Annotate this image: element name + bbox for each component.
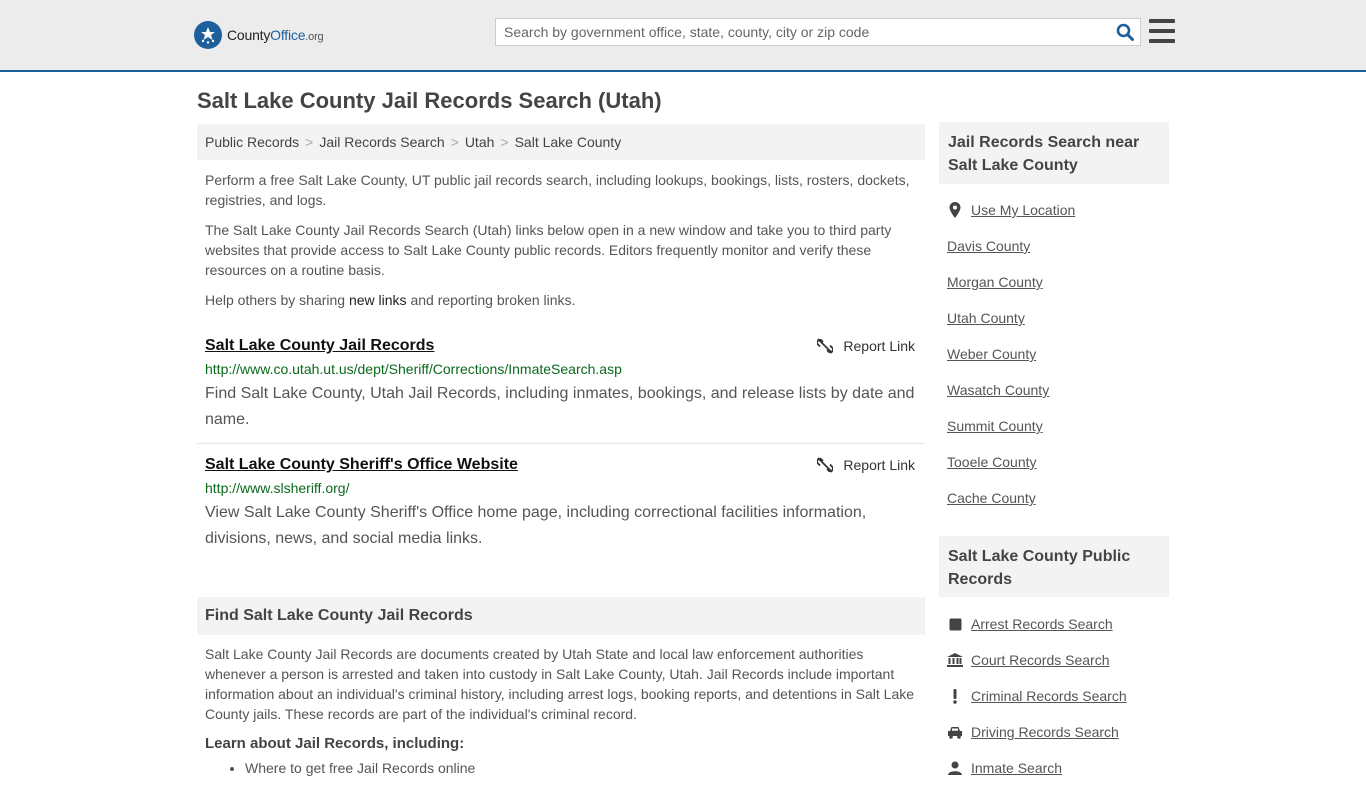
arrest-records-link[interactable]: Arrest Records Search (971, 616, 1113, 632)
result-title-link[interactable]: Salt Lake County Jail Records (205, 337, 434, 354)
inmate-icon (947, 760, 963, 776)
use-my-location-link[interactable]: Use My Location (971, 202, 1075, 218)
inmate-search-link[interactable]: Inmate Search (971, 760, 1062, 776)
nearby-county-item: Weber County (947, 336, 1169, 372)
page-title: Salt Lake County Jail Records Search (Ut… (197, 88, 662, 113)
breadcrumb-salt-lake-county[interactable]: Salt Lake County (515, 134, 622, 150)
public-record-item: Driving Records Search (947, 714, 1169, 750)
report-link-button[interactable]: Report Link (817, 457, 915, 473)
disclaimer-paragraph: The Salt Lake County Jail Records Search… (205, 222, 892, 278)
broken-link-icon (817, 457, 834, 473)
nearby-county-link[interactable]: Utah County (947, 310, 1025, 326)
car-icon (947, 724, 963, 740)
result-description: Find Salt Lake County, Utah Jail Records… (205, 385, 915, 428)
public-record-item: Criminal Records Search (947, 678, 1169, 714)
breadcrumb-separator: > (450, 134, 459, 150)
public-record-item: Inmate Search (947, 750, 1169, 786)
breadcrumb-utah[interactable]: Utah (465, 134, 495, 150)
new-links-link[interactable]: new links (349, 292, 407, 308)
result-title-link[interactable]: Salt Lake County Sheriff's Office Websit… (205, 456, 518, 473)
result-item: Salt Lake County Sheriff's Office Websit… (197, 444, 925, 554)
sidebar-nearby-heading: Jail Records Search near Salt Lake Count… (939, 122, 1169, 184)
result-url: http://www.co.utah.ut.us/dept/Sheriff/Co… (205, 361, 622, 377)
nearby-county-item: Utah County (947, 300, 1169, 336)
find-section-body: Salt Lake County Jail Records are docume… (205, 646, 915, 722)
search-input[interactable] (496, 19, 1110, 45)
nearby-county-link[interactable]: Weber County (947, 346, 1036, 362)
sidebar-public-records: Salt Lake County Public Records Arrest R… (939, 536, 1169, 786)
map-pin-icon (947, 202, 963, 218)
nearby-county-link[interactable]: Cache County (947, 490, 1036, 506)
intro-text: Perform a free Salt Lake County, UT publ… (197, 170, 925, 310)
learn-heading: Learn about Jail Records, including: (205, 735, 465, 752)
find-section-heading: Find Salt Lake County Jail Records (197, 597, 925, 635)
intro-paragraph: Perform a free Salt Lake County, UT publ… (205, 172, 910, 208)
breadcrumb-jail-records-search[interactable]: Jail Records Search (319, 134, 444, 150)
public-record-item: Court Records Search (947, 642, 1169, 678)
breadcrumb-separator: > (305, 134, 314, 150)
logo-seal-icon (194, 21, 222, 49)
exclamation-icon (947, 688, 963, 704)
nearby-county-link[interactable]: Davis County (947, 238, 1030, 254)
square-icon (947, 616, 963, 632)
result-description: View Salt Lake County Sheriff's Office h… (205, 504, 867, 547)
site-logo[interactable]: CountyOffice.org (194, 20, 324, 50)
search-icon (1116, 23, 1134, 41)
court-records-link[interactable]: Court Records Search (971, 652, 1110, 668)
nearby-county-link[interactable]: Morgan County (947, 274, 1043, 290)
nearby-county-item: Tooele County (947, 444, 1169, 480)
sidebar-nearby: Jail Records Search near Salt Lake Count… (939, 122, 1169, 516)
main-content: Public Records > Jail Records Search > Utah >… (197, 124, 925, 776)
nearby-county-link[interactable]: Tooele County (947, 454, 1037, 470)
courthouse-icon (947, 652, 963, 668)
top-bar: CountyOffice.org (0, 0, 1366, 72)
logo-text: CountyOffice.org (227, 27, 324, 43)
public-record-item: Arrest Records Search (947, 606, 1169, 642)
nearby-county-link[interactable]: Summit County (947, 418, 1043, 434)
breadcrumb: Public Records > Jail Records Search > Utah >… (197, 124, 925, 160)
use-my-location-item: Use My Location (947, 192, 1169, 228)
driving-records-link[interactable]: Driving Records Search (971, 724, 1119, 740)
hamburger-menu-icon[interactable] (1149, 19, 1175, 43)
broken-link-icon (817, 338, 834, 354)
learn-list-item: Where to get free Jail Records online (245, 760, 925, 776)
result-item: Salt Lake County Jail Records Report Lin… (197, 330, 925, 444)
sidebar-public-records-heading: Salt Lake County Public Records (939, 536, 1169, 597)
nearby-county-item: Summit County (947, 408, 1169, 444)
criminal-records-link[interactable]: Criminal Records Search (971, 688, 1127, 704)
search-button[interactable] (1110, 19, 1140, 45)
breadcrumb-public-records[interactable]: Public Records (205, 134, 299, 150)
nearby-county-item: Wasatch County (947, 372, 1169, 408)
learn-list: Where to get free Jail Records online (197, 760, 925, 776)
nearby-county-link[interactable]: Wasatch County (947, 382, 1049, 398)
breadcrumb-separator: > (500, 134, 509, 150)
report-link-button[interactable]: Report Link (817, 338, 915, 354)
nearby-county-item: Morgan County (947, 264, 1169, 300)
result-url: http://www.slsheriff.org/ (205, 480, 350, 496)
nearby-county-item: Davis County (947, 228, 1169, 264)
search-box (495, 18, 1141, 46)
nearby-county-item: Cache County (947, 480, 1169, 516)
share-paragraph: Help others by sharing new links and rep… (205, 292, 576, 308)
